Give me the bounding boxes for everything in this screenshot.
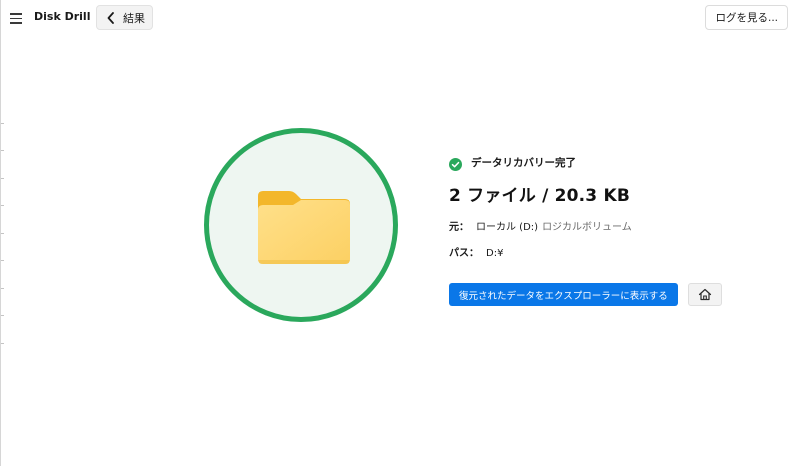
home-icon xyxy=(698,288,711,301)
status-text: データリカバリー完了 xyxy=(471,156,576,169)
app-window: Disk Drill 結果 ログを見る... データリカバリー完了 2 ファイル… xyxy=(0,0,800,466)
chevron-left-icon xyxy=(104,11,118,25)
path-row: パス： D:¥ xyxy=(449,244,779,259)
back-button[interactable]: 結果 xyxy=(96,5,153,30)
source-drive: ローカル (D:) xyxy=(476,222,539,233)
home-button[interactable] xyxy=(687,283,722,306)
action-row: 復元されたデータをエクスプローラーに表示する xyxy=(449,283,779,306)
result-panel: データリカバリー完了 2 ファイル / 20.3 KB 元： ローカル (D:)… xyxy=(449,152,779,306)
folder-icon xyxy=(255,186,353,268)
source-label: 元： xyxy=(449,222,469,233)
status-row: データリカバリー完了 xyxy=(449,152,779,172)
back-button-label: 結果 xyxy=(123,11,145,25)
recovery-summary: 2 ファイル / 20.3 KB xyxy=(449,186,630,206)
result-illustration xyxy=(204,128,398,322)
hamburger-icon[interactable] xyxy=(8,10,26,26)
path-label: パス： xyxy=(449,248,479,259)
path-value: D:¥ xyxy=(486,248,504,259)
show-in-explorer-button[interactable]: 復元されたデータをエクスプローラーに表示する xyxy=(449,283,678,306)
source-row: 元： ローカル (D:) ロジカルボリューム xyxy=(449,218,779,233)
view-log-button[interactable]: ログを見る... xyxy=(705,5,788,30)
source-volume: ロジカルボリューム xyxy=(542,222,632,233)
check-circle-icon xyxy=(449,156,462,171)
window-edge xyxy=(0,0,4,466)
header-bar: Disk Drill 結果 ログを見る... xyxy=(0,0,800,36)
app-title: Disk Drill xyxy=(34,10,91,23)
